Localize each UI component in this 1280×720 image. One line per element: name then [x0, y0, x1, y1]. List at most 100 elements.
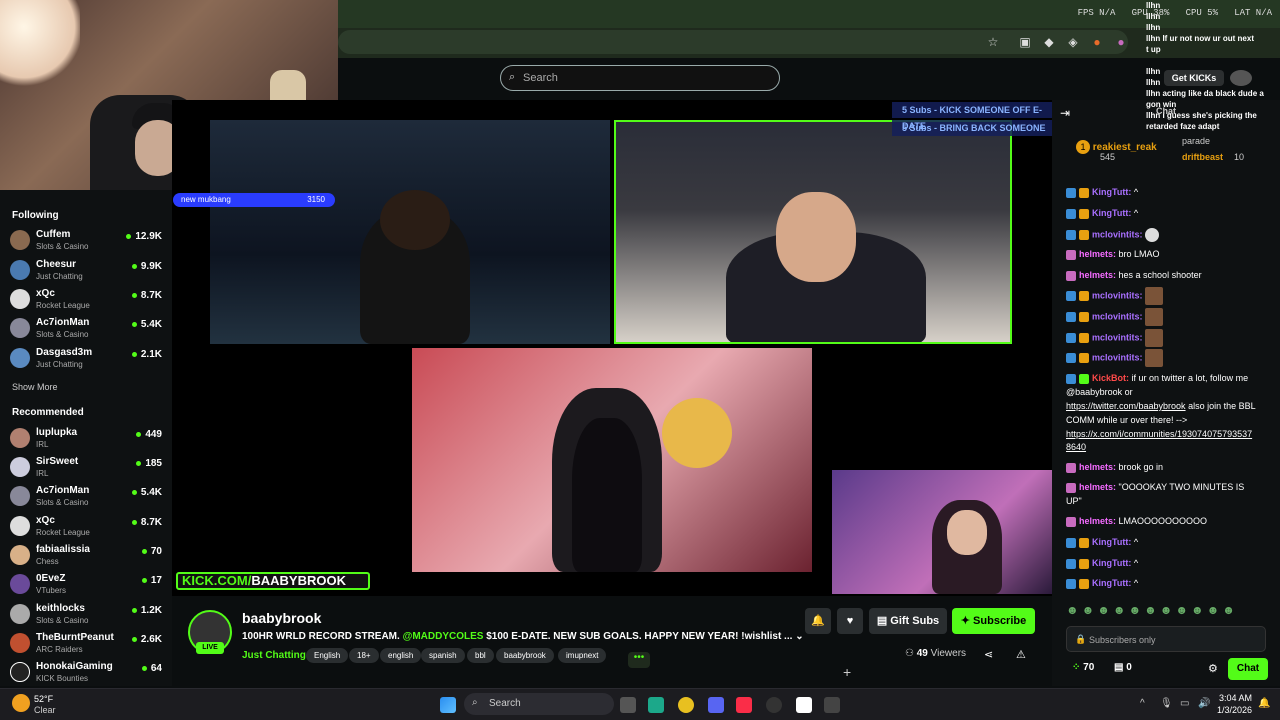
sidebar-item-xqc-rec[interactable]: xQc Rocket League 8.7K	[10, 512, 162, 540]
weather-moon-icon[interactable]	[12, 694, 30, 712]
extension-shield-icon[interactable]: ◈	[1066, 35, 1080, 49]
chat-link[interactable]: https://twitter.com/baabybrook	[1066, 401, 1186, 411]
chat-message: helmets: LMAOOOOOOOOOO	[1066, 516, 1207, 527]
bell-icon[interactable]: 🔔	[805, 608, 831, 634]
sidebar-item-dasgasd3m[interactable]: Dasgasd3m Just Chatting 2.1K	[10, 344, 162, 372]
chrome-icon[interactable]	[678, 697, 694, 713]
person-face	[776, 192, 856, 282]
heart-icon[interactable]: ♥	[837, 608, 863, 634]
star-icon: ✦	[960, 615, 974, 627]
gift-subs-button[interactable]: ▤ Gift Subs	[869, 608, 947, 634]
subscribe-button[interactable]: ✦ Subscribe	[952, 608, 1035, 634]
sidebar-item-fabiaalissia[interactable]: fabiaalissia Chess 70	[10, 541, 162, 569]
stream-title: 100HR WRLD RECORD STREAM. @MADDYCOLES $1…	[242, 631, 804, 642]
viewers-icon: ⚇	[905, 648, 917, 659]
extension-fox-icon[interactable]: ●	[1090, 35, 1104, 49]
sidebar-item-xqc[interactable]: xQc Rocket League 8.7K	[10, 285, 162, 313]
gift-subs-label: Gift Subs	[890, 615, 940, 627]
sidebar-item-ac7ionman-rec[interactable]: Ac7ionMan Slots & Casino 5.4K	[10, 482, 162, 510]
sidebar-item-0evez[interactable]: 0EveZ VTubers 17	[10, 570, 162, 598]
extension-diamond-icon[interactable]: ◆	[1042, 35, 1056, 49]
sidebar-item-honokaigaming[interactable]: HonokaiGaming KICK Bounties 64	[10, 658, 162, 686]
settings-gear-icon[interactable]: ⚙	[1208, 662, 1218, 675]
app-icon[interactable]	[648, 697, 664, 713]
gift-count[interactable]: ▤ 0	[1114, 662, 1132, 673]
obs-icon[interactable]	[824, 697, 840, 713]
search-input[interactable]: ⌕ Search	[500, 65, 780, 91]
volume-icon[interactable]: 🔊	[1198, 698, 1210, 709]
taskbar-search-label: Search	[489, 698, 521, 709]
channel-category: ARC Raiders	[36, 645, 83, 654]
clock-time[interactable]: 3:04 AM	[1218, 693, 1252, 703]
collapse-chat-icon[interactable]: ⇥	[1060, 106, 1070, 120]
extension-icon[interactable]: ▣	[1018, 35, 1032, 49]
kick-url-banner: KICK.COM/BAABYBROOK	[176, 572, 370, 590]
sidebar-item-keithlocks[interactable]: keithlocks Slots & Casino 1.2K	[10, 600, 162, 628]
channel-name: HonokaiGaming	[36, 661, 113, 672]
stream-category[interactable]: Just Chatting	[242, 650, 306, 661]
channel-name[interactable]: baabybrook	[242, 610, 321, 626]
chat-message: helmets: hes a school shooter	[1066, 270, 1202, 281]
channel-points[interactable]: ⁘ 70	[1072, 662, 1094, 673]
app-mask-icon[interactable]	[796, 697, 812, 713]
viewer-count: 8.7K	[132, 517, 162, 528]
sidebar-item-theburntpeanut[interactable]: TheBurntPeanut ARC Raiders 2.6K	[10, 629, 162, 657]
tag[interactable]: bbl	[467, 648, 494, 663]
tray-chevron-icon[interactable]: ^	[1140, 698, 1145, 709]
taskbar-search[interactable]: ⌕ Search	[464, 693, 614, 715]
show-more-link[interactable]: Show More	[12, 382, 58, 392]
goal-label: new mukbang	[181, 195, 231, 204]
share-icon[interactable]: ⋖	[984, 648, 993, 661]
tag[interactable]: english	[380, 648, 422, 663]
sidebar-item-cuffem[interactable]: Cuffem Slots & Casino 12.9K	[10, 226, 162, 254]
windows-start-icon[interactable]	[440, 697, 456, 713]
viewer-count: ⚇ 49 Viewers	[905, 648, 966, 659]
clock-date[interactable]: 1/3/2026	[1212, 705, 1252, 715]
send-chat-button[interactable]: Chat	[1228, 658, 1268, 680]
4k-app-icon[interactable]	[766, 697, 782, 713]
channel-name: TheBurntPeanut	[36, 632, 114, 643]
crosshair-cursor-icon: +	[843, 664, 852, 680]
tag[interactable]: imupnext	[558, 648, 607, 663]
mic-icon[interactable]: 🎙	[1160, 698, 1173, 709]
gift-icon: ▤	[1114, 662, 1127, 673]
network-icon[interactable]: ▭	[1180, 698, 1189, 709]
chat-message: mclovintits:	[1066, 329, 1164, 347]
tag[interactable]: 18+	[349, 648, 379, 663]
weather-temp: 52°F	[34, 694, 54, 704]
viewer-count: 5.4K	[132, 319, 162, 330]
loading-indicator-icon: •••	[628, 652, 650, 668]
viewer-count: 8.7K	[132, 290, 162, 301]
user-avatar[interactable]	[1230, 70, 1252, 86]
chat-message: KingTutt: ^	[1066, 578, 1138, 589]
sidebar-item-luplupka[interactable]: luplupka IRL 449	[10, 424, 162, 452]
chat-input[interactable]: 🔒 Subscribers only	[1066, 626, 1266, 652]
emote-bar[interactable]: ☻☻☻☻☻☻☻☻☻☻☻	[1066, 603, 1266, 619]
channel-category: IRL	[36, 440, 49, 449]
bookmark-star-icon[interactable]: ☆	[986, 35, 1000, 49]
title-mention[interactable]: @MADDYCOLES	[403, 631, 484, 642]
chat-link[interactable]: 8640	[1066, 442, 1086, 452]
task-view-icon[interactable]	[620, 697, 636, 713]
chat-bot-line: COMM while ur over there! -->	[1066, 415, 1188, 425]
chevron-down-icon[interactable]: ⌄	[795, 631, 803, 642]
tag[interactable]: English	[306, 648, 349, 663]
channel-name: xQc	[36, 288, 55, 299]
tag[interactable]: baabybrook	[496, 648, 554, 663]
kick-url-name: BAABYBROOK	[251, 573, 346, 588]
sidebar-item-ac7ionman[interactable]: Ac7ionMan Slots & Casino 5.4K	[10, 314, 162, 342]
chat-message-bot: KickBot: if ur on twitter a lot, follow …	[1066, 373, 1248, 384]
tag[interactable]: spanish	[421, 648, 465, 663]
sidebar-item-sirsweet[interactable]: SirSweet IRL 185	[10, 453, 162, 481]
notification-icon[interactable]: 🔔	[1258, 698, 1270, 709]
discord-icon[interactable]	[708, 697, 724, 713]
report-icon[interactable]: ⚠	[1016, 648, 1026, 661]
chat-link[interactable]: https://x.com/i/communities/193074075793…	[1066, 429, 1252, 439]
get-kicks-button[interactable]: Get KICKs	[1164, 70, 1224, 86]
music-icon[interactable]	[736, 697, 752, 713]
channel-name: Cheesur	[36, 259, 77, 270]
sidebar-item-cheesur[interactable]: Cheesur Just Chatting 9.9K	[10, 256, 162, 284]
extension-v-icon[interactable]: ●	[1114, 35, 1128, 49]
address-bar[interactable]	[338, 30, 1128, 54]
chat-label: Chat	[1156, 106, 1176, 116]
